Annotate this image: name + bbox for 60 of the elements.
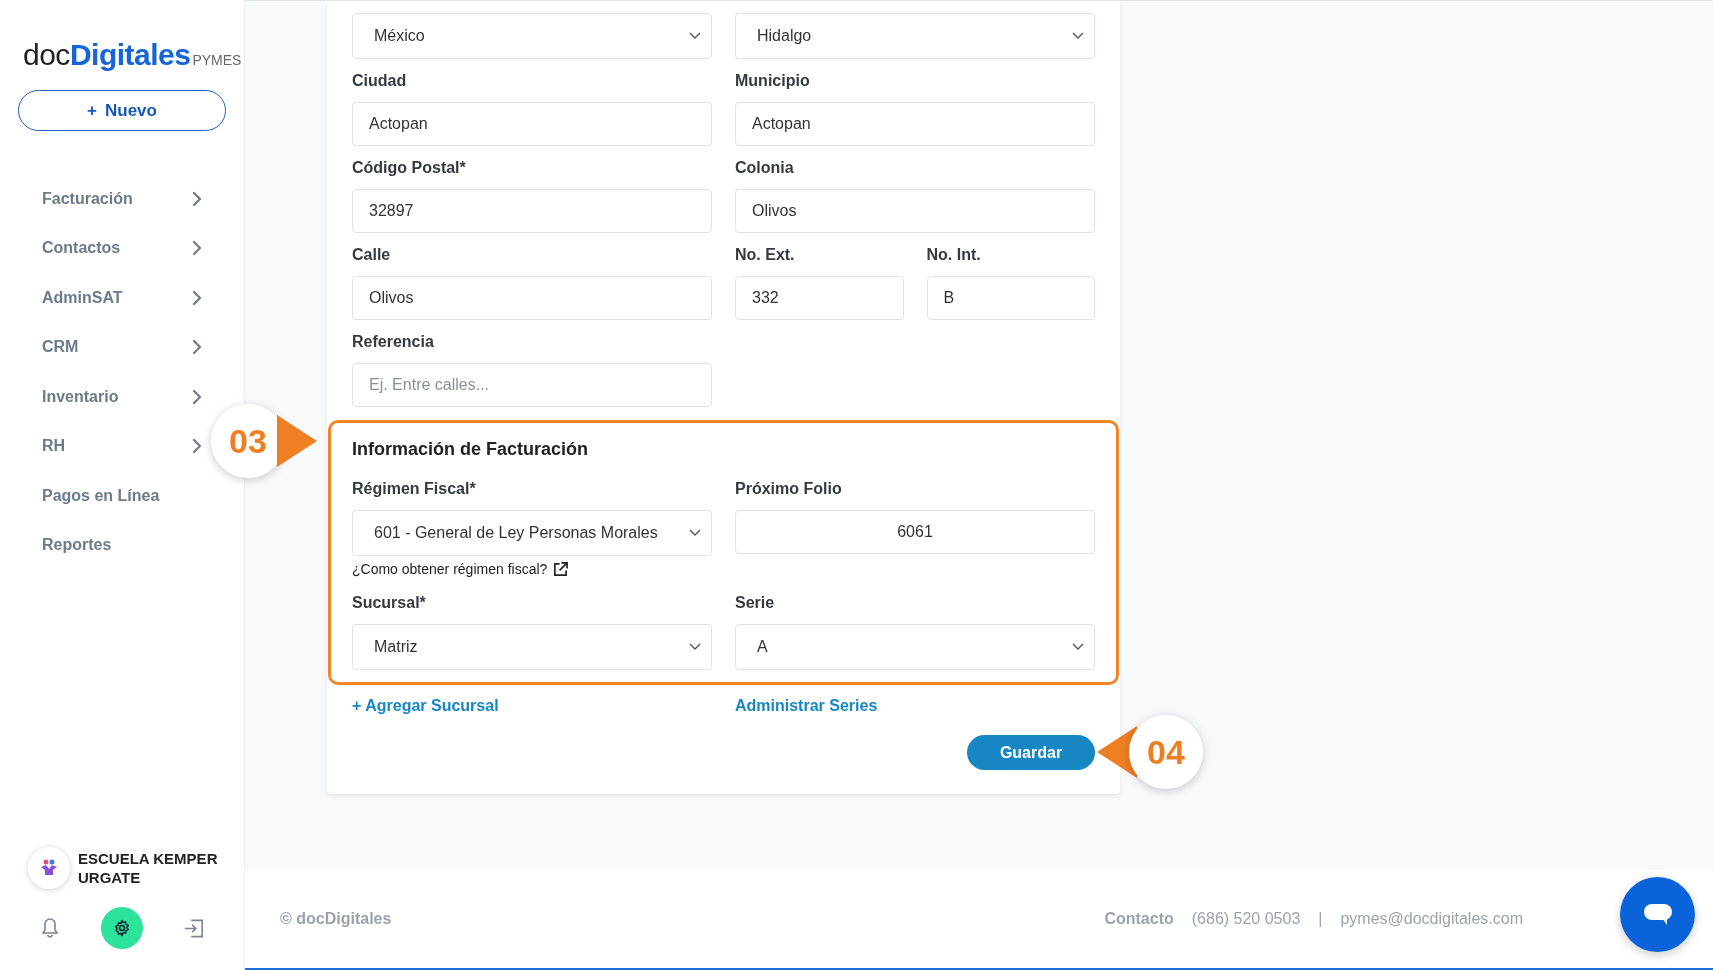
input-field[interactable]: 32897 [352,189,712,233]
sidebar-item[interactable]: Facturación [42,174,202,224]
field-label: No. Ext. [735,246,796,265]
input-field[interactable]: B [926,276,1095,320]
field-label: Serie [735,594,776,613]
help-link[interactable]: ¿Como obtener régimen fiscal? [352,561,548,577]
logout-icon[interactable] [184,918,204,938]
sidebar-item[interactable]: CRM [42,322,202,372]
select-field[interactable]: Hidalgo [735,13,1095,59]
field-label: Colonia [735,159,795,178]
settings-button[interactable] [101,907,143,949]
input-field[interactable]: Actopan [352,102,712,146]
field-label: Ciudad [352,72,408,91]
sidebar-item[interactable]: Pagos en Línea [42,471,202,521]
field-label: Municipio [735,72,811,91]
input-field[interactable]: Olivos [735,189,1095,233]
field-label: Próximo Folio [735,480,843,499]
account-name: ESCUELA KEMPER URGATE [78,849,219,887]
field-label: Régimen Fiscal* [352,480,477,499]
app-logo: docDigitales PYMES [23,38,242,72]
external-link-icon[interactable] [553,561,569,577]
chevron-down-icon [689,32,701,40]
chevron-down-icon [1072,32,1084,40]
contact-label: Contacto [1104,910,1174,928]
save-button[interactable]: Guardar [967,735,1095,770]
sidebar-item[interactable]: Inventario [42,372,202,422]
field-label: Referencia [352,333,435,352]
input-field[interactable]: Actopan [735,102,1095,146]
bell-icon[interactable] [40,917,60,939]
input-field[interactable]: 332 [735,276,904,320]
settings-icon [112,918,132,938]
phone-number: (686) 520 0503 [1191,910,1301,928]
input-field[interactable]: 6061 [735,510,1095,554]
input-field[interactable]: Olivos [352,276,712,320]
section-title: Información de Facturación [352,439,590,460]
sidebar-item[interactable]: RH [42,421,202,471]
pointer-arrow [277,415,317,467]
select-field[interactable]: A [735,624,1095,670]
separator-text: | [1318,910,1323,928]
field-label: Sucursal* [352,594,427,613]
chevron-down-icon [1072,643,1084,651]
link[interactable]: + Agregar Sucursal [352,697,499,715]
chat-icon [1642,902,1673,927]
link[interactable]: Administrar Series [735,697,878,715]
field-label: No. Int. [926,246,982,265]
input-field[interactable]: Ej. Entre calles... [352,363,712,407]
select-field[interactable]: México [352,13,712,59]
chevron-down-icon [689,529,701,537]
select-field[interactable]: Matriz [352,624,712,670]
copyright-text: © docDigitales [280,910,392,928]
sidebar-item[interactable]: AdminSAT [42,273,202,323]
sidebar-item[interactable]: Contactos [42,223,202,273]
field-label: Código Postal* [352,159,467,178]
sidebar-item[interactable]: Reportes [42,520,202,570]
select-field[interactable]: 601 - General de Ley Personas Morales [352,510,712,556]
email-text: pymes@docdigitales.com [1340,910,1523,928]
chevron-down-icon [689,643,701,651]
field-label: Calle [352,246,392,265]
step-number: 04 [1129,715,1203,789]
new-button[interactable]: + Nuevo [18,90,226,131]
